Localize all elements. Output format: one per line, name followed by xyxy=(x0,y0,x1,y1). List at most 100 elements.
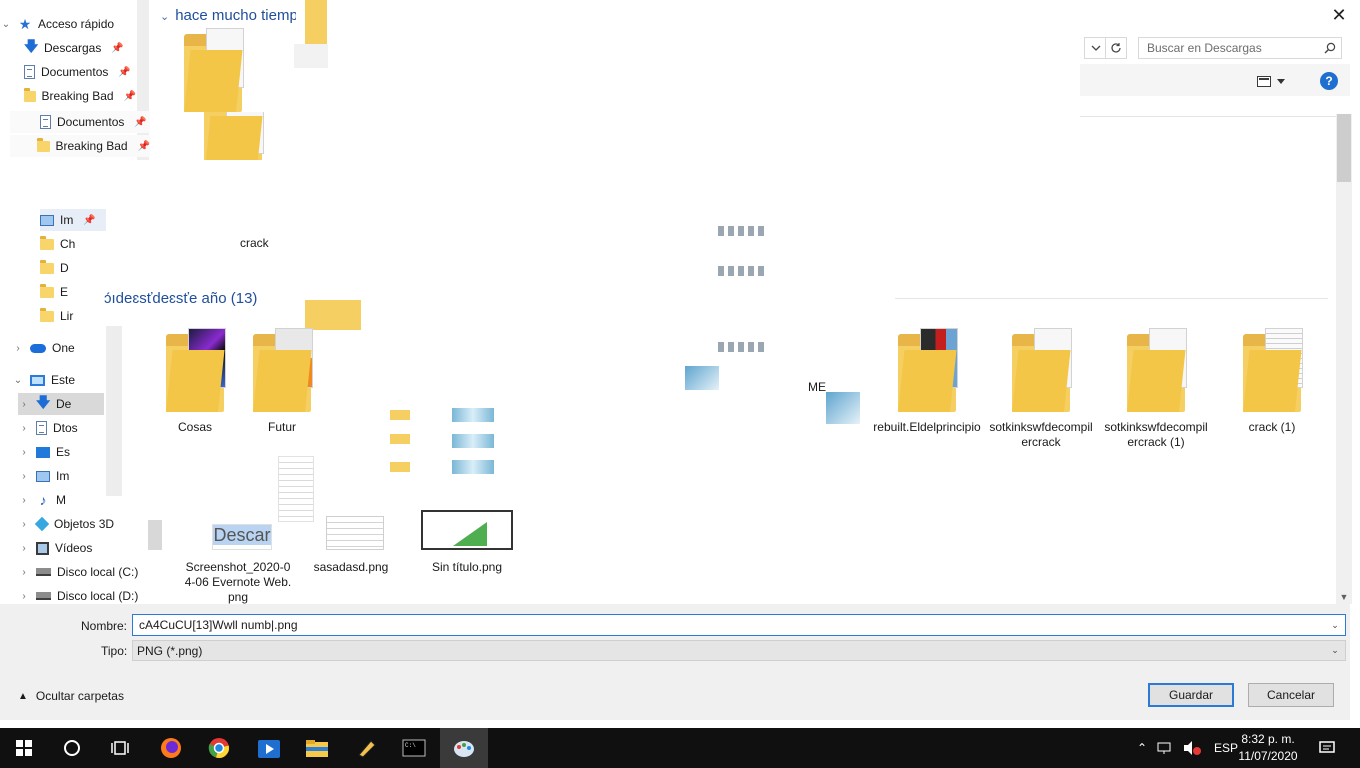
nav-label: Documentos xyxy=(41,65,109,79)
folder-crack-label[interactable]: crack xyxy=(240,236,280,251)
terminal-button[interactable]: C:\ xyxy=(390,728,438,768)
file-tile-cosas[interactable]: Cosas xyxy=(140,326,250,435)
folder-front xyxy=(184,50,243,112)
chevron-up-icon[interactable]: ⌃ xyxy=(1132,741,1152,755)
task-view-icon xyxy=(111,741,129,755)
refresh-icon xyxy=(1111,43,1121,53)
folder-thumbnail-fragment[interactable] xyxy=(200,112,270,160)
chevron-down-icon[interactable]: ⌄ xyxy=(1325,620,1345,631)
nav-item-breaking-bad[interactable]: Breaking Bad 📌 xyxy=(24,85,136,107)
cortana-icon xyxy=(64,740,80,756)
chevron-right-icon[interactable]: › xyxy=(18,423,30,434)
hide-folders-toggle[interactable]: ▲ Ocultar carpetas xyxy=(18,689,124,703)
chevron-down-icon xyxy=(1091,45,1100,51)
scrollbar-thumb[interactable] xyxy=(1337,114,1351,182)
chevron-down-icon[interactable]: ⌄ xyxy=(0,19,12,30)
content-scrollbar[interactable]: ▼ xyxy=(1336,114,1352,604)
chrome-button[interactable] xyxy=(195,728,243,768)
search-placeholder: Buscar en Descargas xyxy=(1147,41,1262,55)
file-tile-sasadasd[interactable]: sasadasd.png xyxy=(296,516,406,575)
file-name-input[interactable]: cA4CuCU[13]Wwll numb|.png ⌄ xyxy=(132,614,1346,636)
image-fragment xyxy=(718,266,764,276)
file-tile-sotkinks-1[interactable]: sotkinkswfdecompilercrack (1) xyxy=(1101,326,1211,450)
save-button[interactable]: Guardar xyxy=(1148,683,1234,707)
winrar-button[interactable] xyxy=(342,728,390,768)
cancel-button[interactable]: Cancelar xyxy=(1248,683,1334,707)
nav-item-pc-videos[interactable]: › Vídeos xyxy=(18,537,150,559)
nav-item-pc-objetos-3d[interactable]: › Objetos 3D xyxy=(18,513,150,535)
folder-thumbnail-fragment[interactable] xyxy=(170,28,250,112)
nav-item-documentos-duplicate[interactable]: Documentos 📌 xyxy=(10,111,150,133)
file-tile-screenshot-evernote[interactable]: Descar Screenshot_2020-04-06 Evernote We… xyxy=(183,516,293,605)
file-tile-futur[interactable]: Futur xyxy=(246,326,318,435)
star-icon: ★ xyxy=(18,15,32,32)
chevron-right-icon[interactable]: › xyxy=(18,519,30,530)
nav-item-breaking-bad-duplicate[interactable]: Breaking Bad 📌 xyxy=(10,135,150,157)
image-fragment xyxy=(294,44,328,68)
search-button[interactable] xyxy=(48,728,96,768)
address-dropdown-button[interactable] xyxy=(1084,37,1106,59)
folder-icon xyxy=(1243,328,1303,412)
task-view-button[interactable] xyxy=(96,728,144,768)
firefox-button[interactable] xyxy=(147,728,195,768)
chevron-right-icon[interactable]: › xyxy=(18,591,30,602)
nav-item-e[interactable]: E xyxy=(40,281,104,303)
nav-scrollbar-fragment[interactable] xyxy=(148,520,162,550)
chevron-right-icon[interactable]: › xyxy=(18,471,30,482)
file-explorer-button[interactable] xyxy=(293,728,341,768)
nav-item-pc-documentos[interactable]: › Dtos xyxy=(18,417,104,439)
nav-item-disco-c[interactable]: › Disco local (C:) xyxy=(18,561,150,583)
file-tile-sin-titulo[interactable]: Sin título.png xyxy=(412,510,522,575)
nav-item-documentos[interactable]: Documentos 📌 xyxy=(24,61,136,83)
chevron-right-icon[interactable]: › xyxy=(18,567,30,578)
nav-label: Disco local (D:) xyxy=(57,589,139,603)
folder-front xyxy=(1012,350,1071,412)
nav-item-imagenes[interactable]: Im 📌 xyxy=(40,209,106,231)
nav-item-d[interactable]: D xyxy=(40,257,104,279)
nav-item-pc-escritorio[interactable]: › Es xyxy=(18,441,104,463)
file-tile-rebuilt[interactable]: rebuilt.Eldelprincipio xyxy=(872,326,982,435)
chevron-right-icon[interactable]: › xyxy=(18,447,30,458)
chevron-right-icon[interactable]: › xyxy=(12,343,24,354)
volume-muted-icon[interactable] xyxy=(1182,740,1202,756)
notifications-button[interactable] xyxy=(1305,728,1349,768)
nav-item-this-pc[interactable]: ⌄ Este xyxy=(12,369,104,391)
file-type-select[interactable]: PNG (*.png) ⌄ xyxy=(132,640,1346,661)
video-icon xyxy=(36,541,49,555)
network-icon[interactable] xyxy=(1156,741,1176,755)
nav-item-pc-descargas[interactable]: › 🡇 De xyxy=(18,393,104,415)
search-input[interactable]: Buscar en Descargas xyxy=(1138,37,1342,59)
nav-quick-access[interactable]: ⌄ ★ Acceso rápido xyxy=(0,13,136,35)
nav-item-ch[interactable]: Ch xyxy=(40,233,104,255)
clock[interactable]: 8:32 p. m. 11/07/2020 xyxy=(1234,731,1302,765)
close-button[interactable]: ✕ xyxy=(1318,0,1360,30)
group-header-old[interactable]: ⌄ hace mucho tiemp xyxy=(160,7,296,24)
paint-button[interactable] xyxy=(440,728,488,768)
firefox-icon xyxy=(161,738,181,758)
image-fragment xyxy=(718,226,764,236)
chevron-down-icon[interactable]: ⌄ xyxy=(12,375,24,386)
refresh-button[interactable] xyxy=(1105,37,1127,59)
nav-item-pc-musica[interactable]: › ♪ M xyxy=(18,489,104,511)
music-icon: ♪ xyxy=(39,492,47,508)
file-tile-crack-1[interactable]: crack (1) xyxy=(1217,326,1327,435)
nav-item-lir[interactable]: Lir xyxy=(40,305,104,327)
help-button[interactable]: ? xyxy=(1320,72,1338,90)
nav-item-descargas[interactable]: 🡇 Descargas 📌 xyxy=(24,37,136,59)
pin-icon: 📌 xyxy=(118,66,131,78)
nav-scrollbar-fragment[interactable] xyxy=(106,326,122,496)
chevron-right-icon[interactable]: › xyxy=(18,543,30,554)
group-header-this-year[interactable]: ɔ́ıdeɛsťdeɛsťe año (13) xyxy=(104,290,284,307)
chevron-right-icon[interactable]: › xyxy=(18,495,30,506)
image-preview: Descar xyxy=(212,524,272,550)
change-view-button[interactable] xyxy=(1257,72,1297,90)
chevron-down-icon[interactable]: ⌄ xyxy=(160,11,169,23)
chevron-right-icon[interactable]: › xyxy=(18,399,30,410)
media-player-button[interactable] xyxy=(245,728,293,768)
system-tray: ⌃ ESP xyxy=(1132,728,1238,768)
start-button[interactable] xyxy=(0,728,48,768)
scroll-down-icon[interactable]: ▼ xyxy=(1336,592,1352,602)
nav-item-onedrive[interactable]: › One xyxy=(12,337,104,359)
nav-item-pc-imagenes[interactable]: › Im xyxy=(18,465,104,487)
file-tile-sotkinks[interactable]: sotkinkswfdecompilercrack xyxy=(986,326,1096,450)
